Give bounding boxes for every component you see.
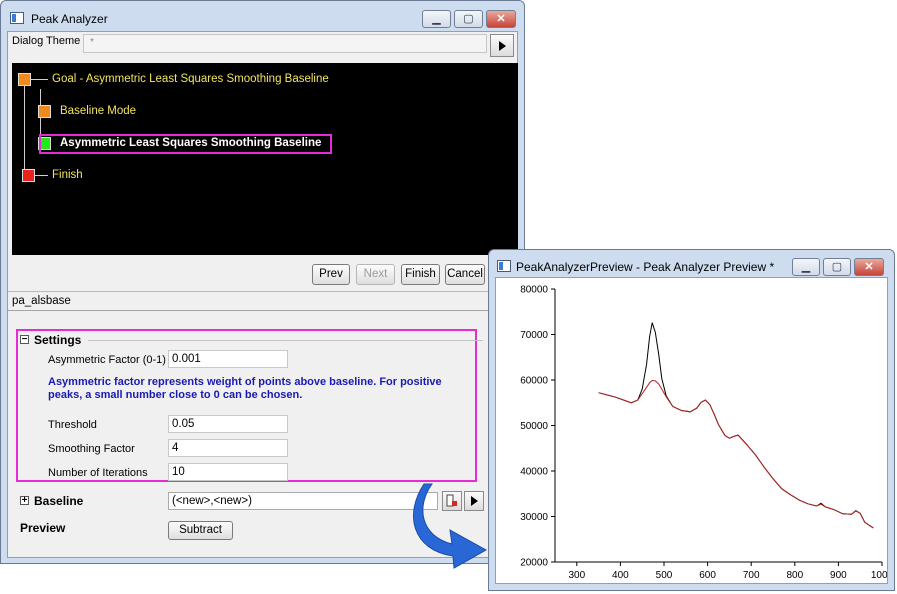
preview-maximize-button[interactable]: ▢ — [823, 258, 851, 276]
preview-chart: 300 400 500 600 700 800 900 1000 20000 30000 40000… — [520, 285, 887, 582]
y-tick-label: 70000 — [520, 330, 548, 341]
y-tick-label: 50000 — [520, 421, 548, 432]
preview-window: PeakAnalyzerPreview - Peak Analyzer Prev… — [488, 249, 895, 591]
prev-button[interactable]: Prev — [312, 264, 350, 285]
flowchart-panel: Goal - Asymmetric Least Squares Smoothin… — [12, 63, 518, 255]
baseline-input[interactable]: (<new>,<new>) — [168, 492, 438, 510]
preview-close-button[interactable]: ✕ — [854, 258, 884, 276]
settings-title: Settings — [34, 333, 82, 347]
current-step-highlight — [39, 134, 332, 154]
expand-baseline-icon[interactable]: + — [20, 496, 29, 506]
y-tick-label: 20000 — [520, 558, 548, 569]
divider — [8, 310, 517, 311]
raw-data-series — [598, 322, 874, 529]
cancel-button[interactable]: Cancel — [445, 264, 485, 285]
iterations-input[interactable]: 10 — [168, 463, 288, 481]
x-tick-label: 800 — [786, 570, 803, 581]
asymmetric-factor-label: Asymmetric Factor (0-1) — [48, 354, 166, 366]
x-tick-label: 600 — [699, 570, 716, 581]
smoothing-factor-input[interactable]: 4 — [168, 439, 288, 457]
close-button[interactable]: ✕ — [486, 10, 516, 28]
y-tick-label: 40000 — [520, 467, 548, 478]
flow-connector — [30, 79, 48, 80]
app-icon — [10, 12, 24, 24]
asymmetric-factor-hint: Asymmetric factor represents weight of p… — [48, 376, 442, 401]
asymmetric-factor-input[interactable]: 0.001 — [168, 350, 288, 368]
x-tick-label: 300 — [568, 570, 585, 581]
subtract-button[interactable]: Subtract — [168, 521, 233, 540]
preview-title: Preview — [20, 521, 66, 535]
threshold-input[interactable]: 0.05 — [168, 415, 288, 433]
smoothing-factor-label: Smoothing Factor — [48, 443, 135, 455]
flow-connector — [24, 79, 25, 175]
section-rule — [88, 340, 483, 341]
dialog-theme-field[interactable]: * — [83, 34, 487, 53]
window-title: Peak Analyzer — [31, 12, 108, 26]
y-tick-label: 80000 — [520, 285, 548, 296]
y-tick-label: 60000 — [520, 376, 548, 387]
title-bar[interactable]: Peak Analyzer ▁ ▢ ✕ — [1, 1, 524, 35]
dialog-theme-label: Dialog Theme — [12, 35, 81, 47]
x-tick-label: 500 — [656, 570, 673, 581]
baseline-series — [598, 379, 874, 529]
goal-node-icon[interactable] — [18, 73, 31, 86]
iterations-label: Number of Iterations — [48, 467, 148, 479]
preview-plot-area: 300 400 500 600 700 800 900 1000 20000 30000 40000… — [495, 277, 888, 584]
theme-arrow-button[interactable] — [490, 34, 514, 57]
x-tick-label: 400 — [612, 570, 629, 581]
x-tick-label: 700 — [743, 570, 760, 581]
flow-goal[interactable]: Goal - Asymmetric Least Squares Smoothin… — [52, 73, 329, 85]
x-tick-label: 1000 — [871, 570, 887, 581]
preview-window-title: PeakAnalyzerPreview - Peak Analyzer Prev… — [516, 260, 775, 274]
baseline-title: Baseline — [34, 494, 84, 508]
finish-button[interactable]: Finish — [401, 264, 440, 285]
function-name: pa_alsbase — [12, 295, 71, 307]
threshold-label: Threshold — [48, 419, 97, 431]
maximize-button[interactable]: ▢ — [454, 10, 483, 28]
flow-baseline-mode[interactable]: Baseline Mode — [60, 105, 136, 117]
next-button[interactable]: Next — [356, 264, 395, 285]
preview-minimize-button[interactable]: ▁ — [792, 258, 820, 276]
baseline-mode-node-icon[interactable] — [38, 105, 51, 118]
minimize-button[interactable]: ▁ — [422, 10, 451, 28]
preview-app-icon — [497, 260, 511, 272]
collapse-settings-icon[interactable]: − — [20, 335, 29, 345]
finish-node-icon[interactable] — [22, 169, 35, 182]
x-tick-label: 900 — [830, 570, 847, 581]
y-tick-label: 30000 — [520, 512, 548, 523]
flow-finish[interactable]: Finish — [52, 169, 83, 181]
divider — [8, 291, 517, 292]
